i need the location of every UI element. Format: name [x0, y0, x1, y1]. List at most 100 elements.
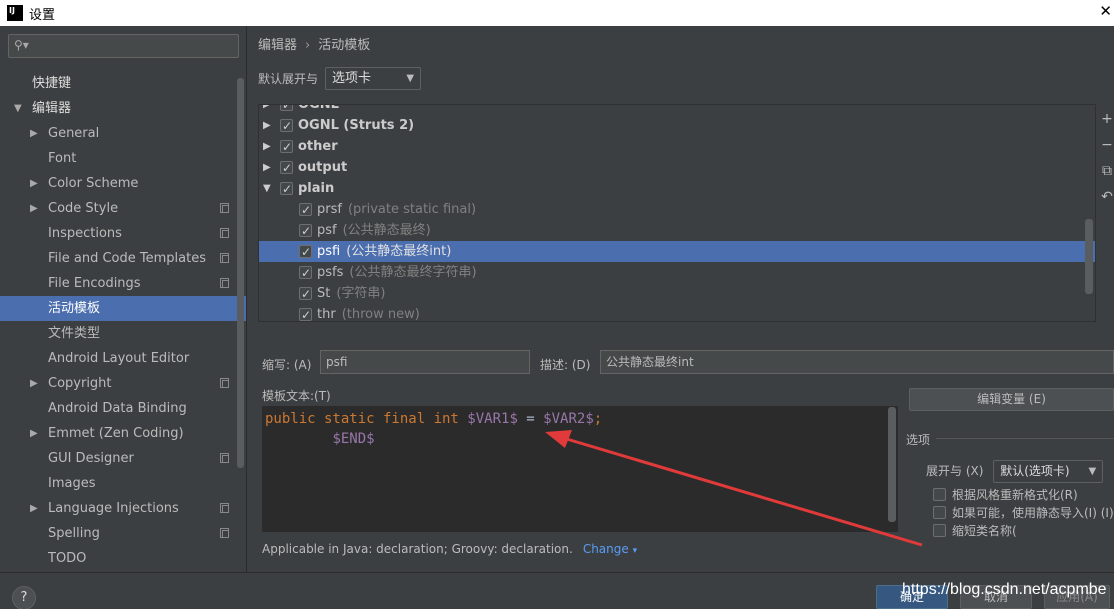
revert-icon[interactable]: ↶: [1100, 189, 1114, 215]
expand-arrow-right-icon[interactable]: ▶: [30, 371, 38, 396]
sidebar-item[interactable]: 活动模板: [0, 296, 246, 321]
expand-arrow-right-icon[interactable]: ▶: [263, 157, 271, 178]
sidebar-item[interactable]: Android Data Binding: [0, 396, 246, 421]
sidebar-item[interactable]: 快捷键: [0, 71, 246, 96]
checkbox-icon[interactable]: [280, 137, 293, 158]
template-group-name: output: [298, 160, 348, 175]
expand-arrow-right-icon[interactable]: ▶: [30, 121, 38, 146]
template-item-row[interactable]: St (字符串): [259, 283, 1095, 305]
expand-arrow-down-icon[interactable]: ▼: [14, 96, 22, 121]
template-description: (公共静态最终): [342, 223, 431, 238]
checkbox-icon[interactable]: [280, 179, 293, 200]
checkbox-icon[interactable]: [280, 105, 293, 116]
close-icon[interactable]: ✕: [1099, 2, 1112, 20]
sidebar-item-label: 快捷键: [32, 76, 72, 91]
settings-search-input[interactable]: ⚲▾: [8, 34, 239, 58]
sidebar-item[interactable]: Images: [0, 471, 246, 496]
applicable-text: Applicable in Java: declaration; Groovy:…: [262, 542, 573, 556]
checkbox-icon[interactable]: [280, 158, 293, 179]
sidebar-scrollbar[interactable]: [237, 78, 244, 468]
options-expand-label: 展开与 (X): [926, 464, 984, 478]
code-semicolon: ;: [593, 411, 603, 427]
expand-arrow-right-icon[interactable]: ▶: [30, 196, 38, 221]
sidebar-item[interactable]: GUI Designer: [0, 446, 246, 471]
add-icon[interactable]: +: [1100, 111, 1114, 137]
remove-icon[interactable]: −: [1100, 137, 1114, 163]
sidebar-item[interactable]: Font: [0, 146, 246, 171]
options-expand-value: 默认(选项卡): [1000, 464, 1070, 478]
checkbox-icon[interactable]: [299, 305, 312, 321]
sidebar-item[interactable]: ▶ Emmet (Zen Coding): [0, 421, 246, 446]
template-text-editor[interactable]: public static final int $VAR1$ = $VAR2$;…: [262, 406, 898, 532]
sidebar-item[interactable]: ▶ Copyright: [0, 371, 246, 396]
shorten-names-option[interactable]: 缩短类名称(: [933, 522, 1017, 539]
template-item-label: psf (公共静态最终): [317, 220, 431, 241]
templates-scrollbar[interactable]: [1085, 219, 1093, 294]
checkbox-icon[interactable]: [933, 488, 946, 501]
options-expand-combo[interactable]: 默认(选项卡) ▼: [993, 460, 1104, 483]
expand-arrow-right-icon[interactable]: ▶: [263, 105, 271, 115]
template-group-row[interactable]: ▶ OGNL: [259, 105, 1095, 116]
template-item-row[interactable]: psf (公共静态最终): [259, 220, 1095, 242]
expand-arrow-down-icon[interactable]: ▼: [263, 178, 271, 199]
description-value: 公共静态最终int: [606, 355, 694, 369]
template-item-row[interactable]: psfi (公共静态最终int): [259, 241, 1095, 263]
sidebar-item[interactable]: Inspections: [0, 221, 246, 246]
template-group-row[interactable]: ▼ plain: [259, 178, 1095, 200]
sidebar-item[interactable]: ▼ 编辑器: [0, 96, 246, 121]
expand-arrow-right-icon[interactable]: ▶: [263, 136, 271, 157]
expand-arrow-right-icon[interactable]: ▶: [30, 421, 38, 446]
expand-arrow-right-icon[interactable]: ▶: [263, 115, 271, 136]
chevron-down-icon: ▼: [1088, 466, 1097, 477]
watermark-url: https://blog.csdn.net/acpmbe: [902, 581, 1107, 598]
template-group-name: other: [298, 139, 338, 154]
template-group-row[interactable]: ▶ OGNL (Struts 2): [259, 115, 1095, 137]
sidebar-item[interactable]: Android Layout Editor: [0, 346, 246, 371]
change-contexts-link[interactable]: Change ▾: [583, 542, 637, 556]
sidebar-item[interactable]: 文件类型: [0, 321, 246, 346]
sidebar-item[interactable]: ▶ Language Injections: [0, 496, 246, 521]
checkbox-icon[interactable]: [933, 524, 946, 537]
breadcrumb-separator: ›: [305, 38, 311, 53]
breadcrumb-editor[interactable]: 编辑器: [258, 38, 297, 53]
description-input[interactable]: 公共静态最终int: [600, 350, 1114, 374]
edit-variables-button[interactable]: 编辑变量 (E): [909, 388, 1114, 411]
sidebar-item[interactable]: Spelling: [0, 521, 246, 546]
template-description: (throw new): [341, 307, 420, 322]
checkbox-icon[interactable]: [933, 506, 946, 519]
checkbox-icon[interactable]: [299, 263, 312, 284]
expand-arrow-right-icon[interactable]: ▶: [30, 496, 38, 521]
expand-arrow-right-icon[interactable]: ▶: [30, 171, 38, 196]
sidebar-item[interactable]: ▶ Color Scheme: [0, 171, 246, 196]
help-icon[interactable]: ?: [12, 586, 36, 609]
sidebar-item[interactable]: ▶ Code Style: [0, 196, 246, 221]
sidebar-item[interactable]: TODO: [0, 546, 246, 571]
checkbox-icon[interactable]: [299, 200, 312, 221]
settings-sidebar: ⚲▾ 快捷键 ▼ 编辑器 ▶ General Font ▶ Color Scheme ▶ Code…: [0, 26, 247, 572]
copy-icon[interactable]: ⧉: [1100, 163, 1114, 189]
template-item-row[interactable]: thr (throw new): [259, 304, 1095, 322]
sidebar-item[interactable]: ▶ General: [0, 121, 246, 146]
template-item-row[interactable]: psfs (公共静态最终字符串): [259, 262, 1095, 284]
template-item-label: psfi (公共静态最终int): [317, 241, 451, 262]
reformat-label: 根据风格重新格式化(R): [952, 488, 1078, 502]
static-import-option[interactable]: 如果可能，使用静态导入(I) (I): [933, 504, 1114, 521]
editor-scrollbar[interactable]: [888, 407, 896, 522]
template-item-row[interactable]: prsf (private static final): [259, 199, 1095, 221]
default-expand-label: 默认展开与: [258, 72, 319, 86]
abbreviation-input[interactable]: psfi: [320, 350, 530, 374]
code-var1: $VAR1$: [467, 411, 518, 427]
checkbox-icon[interactable]: [299, 242, 312, 263]
default-expand-combo[interactable]: 选项卡 ▼: [325, 67, 422, 90]
reformat-option[interactable]: 根据风格重新格式化(R): [933, 486, 1078, 503]
checkbox-icon[interactable]: [280, 116, 293, 137]
sidebar-item[interactable]: File and Code Templates: [0, 246, 246, 271]
sidebar-item-label: Language Injections: [48, 501, 179, 516]
template-group-row[interactable]: ▶ other: [259, 136, 1095, 158]
sidebar-item[interactable]: File Encodings: [0, 271, 246, 296]
template-group-row[interactable]: ▶ output: [259, 157, 1095, 179]
checkbox-icon[interactable]: [299, 284, 312, 305]
template-description: (公共静态最终int): [346, 244, 452, 259]
checkbox-icon[interactable]: [299, 221, 312, 242]
template-item-label: psfs (公共静态最终字符串): [317, 262, 477, 283]
